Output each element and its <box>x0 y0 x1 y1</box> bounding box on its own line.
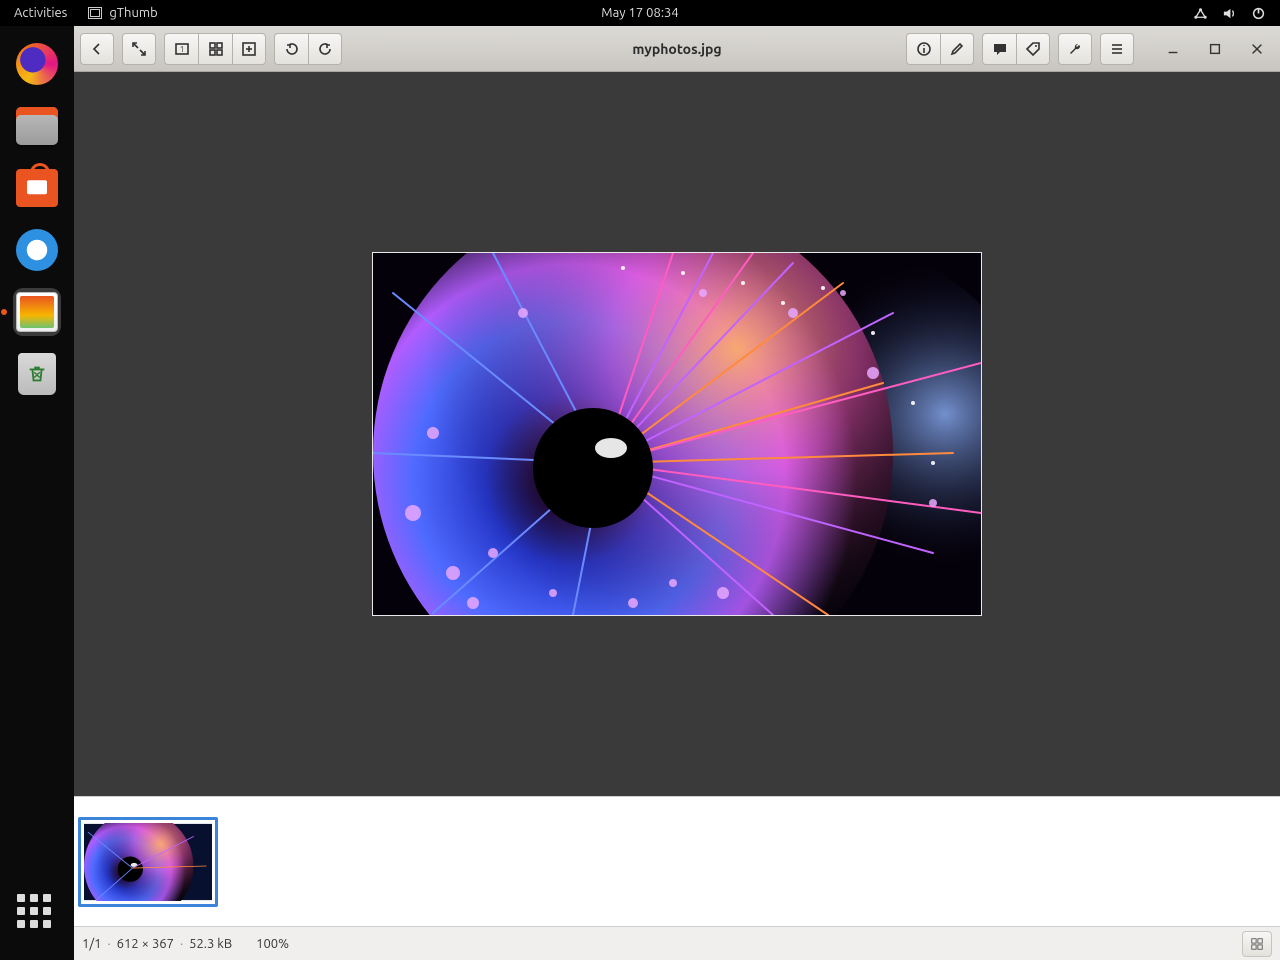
tools-button[interactable] <box>1058 33 1092 65</box>
window-maximize-button[interactable] <box>1198 33 1232 65</box>
dock-software[interactable] <box>13 164 61 212</box>
dock-trash[interactable] <box>13 350 61 398</box>
thumbnail-bar <box>74 796 1280 926</box>
panel-clock[interactable]: May 17 08:34 <box>601 6 678 20</box>
maximize-icon <box>1208 42 1222 56</box>
zoom-100-button[interactable] <box>232 33 266 65</box>
properties-button[interactable] <box>906 33 940 65</box>
rotate-left-button[interactable] <box>274 33 308 65</box>
fit-window-button[interactable] <box>198 33 232 65</box>
trash-icon <box>18 353 56 395</box>
status-dimensions: 612 × 367 <box>117 937 174 951</box>
software-icon <box>16 169 58 207</box>
zoom-100-icon <box>241 41 257 57</box>
app-menu[interactable]: gThumb <box>81 5 163 21</box>
browser-view-button[interactable] <box>1242 931 1272 957</box>
gthumb-window: 1 myphotos.jpg <box>74 26 1280 960</box>
image-viewer-area[interactable] <box>74 72 1280 796</box>
status-text: 1/1·612 × 367·52.3 kB <box>82 937 232 951</box>
files-icon <box>16 107 58 145</box>
thumbnail-image <box>84 823 212 901</box>
power-icon <box>1251 6 1266 21</box>
hamburger-menu-button[interactable] <box>1100 33 1134 65</box>
info-icon <box>916 41 932 57</box>
dock-files[interactable] <box>13 102 61 150</box>
gnome-top-panel: Activities gThumb May 17 08:34 <box>0 0 1280 26</box>
gthumb-icon <box>16 292 58 332</box>
dock-gthumb[interactable] <box>13 288 61 336</box>
volume-icon <box>1222 6 1237 21</box>
ubuntu-dock: ? <box>0 26 74 960</box>
meta-group <box>982 33 1050 65</box>
edit-icon <box>949 41 965 57</box>
comment-icon <box>992 41 1008 57</box>
tag-icon <box>1025 41 1041 57</box>
window-close-button[interactable] <box>1240 33 1274 65</box>
back-icon <box>89 41 105 57</box>
status-bar: 1/1·612 × 367·52.3 kB 100% <box>74 926 1280 960</box>
status-zoom: 100% <box>256 937 289 951</box>
fit-width-button[interactable]: 1 <box>164 33 198 65</box>
dock-firefox[interactable] <box>13 40 61 88</box>
firefox-icon <box>16 43 58 85</box>
tools-icon <box>1067 41 1083 57</box>
fit-window-icon <box>208 41 224 57</box>
fullscreen-icon <box>131 41 147 57</box>
system-tray[interactable] <box>1193 6 1280 21</box>
headerbar: 1 myphotos.jpg <box>74 26 1280 72</box>
back-button[interactable] <box>80 33 114 65</box>
fit-width-icon: 1 <box>174 41 190 57</box>
fit-button-group: 1 <box>164 33 266 65</box>
picture-icon <box>87 5 103 21</box>
activities-button[interactable]: Activities <box>0 6 81 20</box>
show-applications-button[interactable] <box>17 894 57 934</box>
svg-text:1: 1 <box>179 45 184 54</box>
minimize-icon <box>1166 42 1180 56</box>
dock-help[interactable]: ? <box>13 226 61 274</box>
hamburger-icon <box>1109 41 1125 57</box>
thumbnail-selected[interactable] <box>78 817 218 907</box>
window-title: myphotos.jpg <box>632 41 721 57</box>
comment-button[interactable] <box>982 33 1016 65</box>
displayed-image <box>373 253 981 615</box>
fullscreen-button[interactable] <box>122 33 156 65</box>
rotate-left-icon <box>284 41 300 57</box>
tags-button[interactable] <box>1016 33 1050 65</box>
window-minimize-button[interactable] <box>1156 33 1190 65</box>
edit-image-button[interactable] <box>940 33 974 65</box>
rotate-right-icon <box>317 41 333 57</box>
thumbnails-icon <box>1250 937 1264 951</box>
image-frame <box>372 252 982 616</box>
network-icon <box>1193 6 1208 21</box>
app-menu-label: gThumb <box>109 6 157 20</box>
status-filesize: 52.3 kB <box>189 937 232 951</box>
help-icon: ? <box>16 229 58 271</box>
rotate-button-group <box>274 33 342 65</box>
status-index: 1/1 <box>82 937 101 951</box>
rotate-right-button[interactable] <box>308 33 342 65</box>
close-icon <box>1250 42 1264 56</box>
info-edit-group <box>906 33 974 65</box>
